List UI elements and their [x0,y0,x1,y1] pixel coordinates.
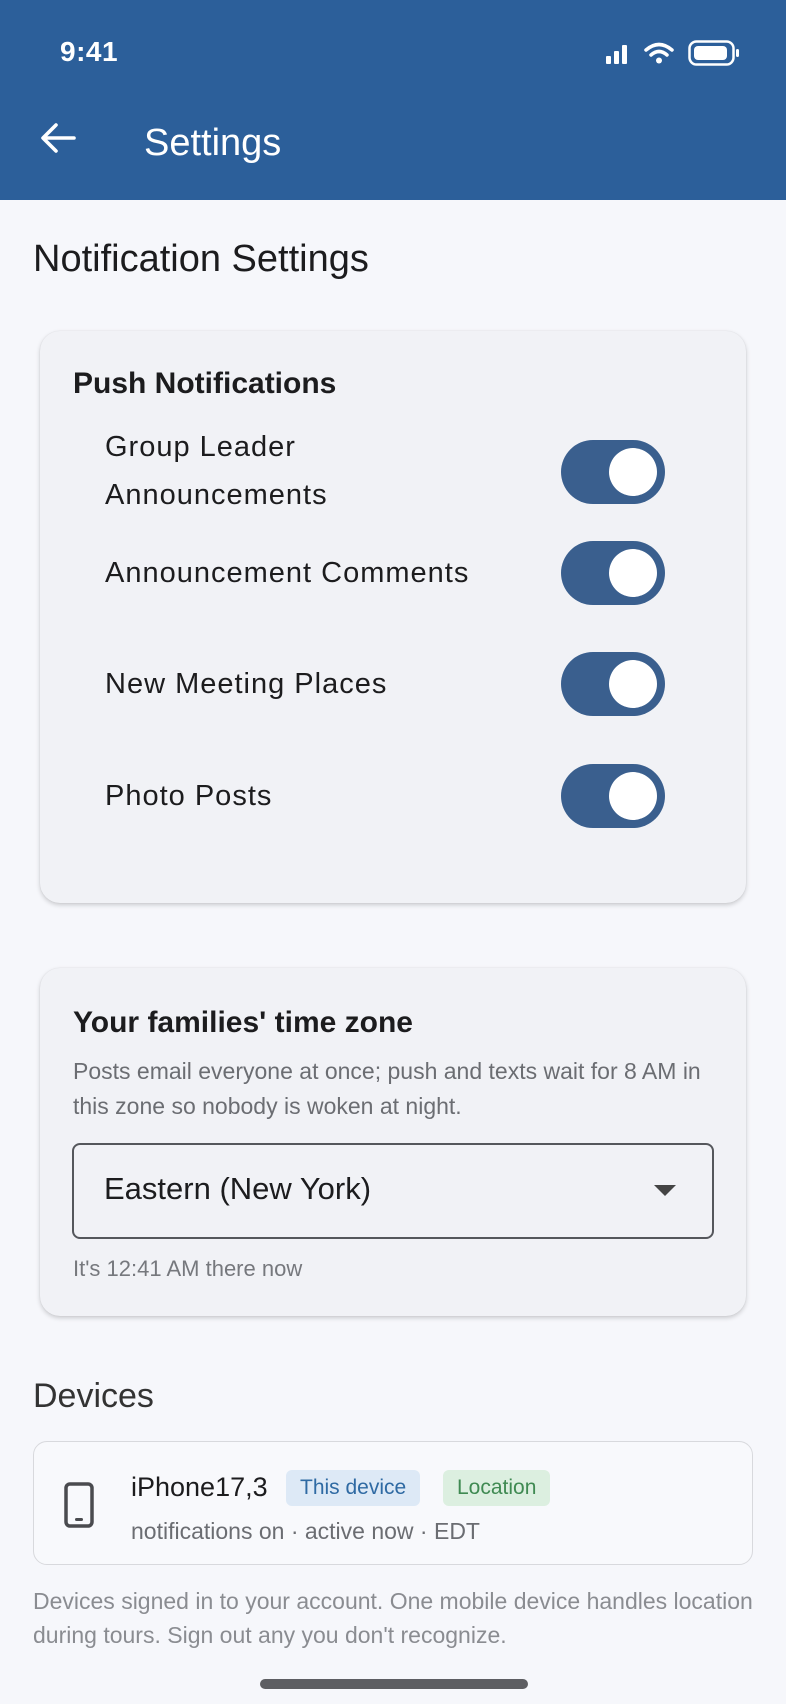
caret-down-icon [654,1185,676,1196]
location-badge: Location [443,1470,551,1506]
toggle-announcement-comments[interactable] [561,541,665,605]
toggle-knob [609,772,657,820]
toggle-row-new-meeting-places: New Meeting Places [105,652,665,716]
toggle-photo-posts[interactable] [561,764,665,828]
back-button[interactable] [36,118,80,162]
section-title-devices: Devices [33,1377,154,1415]
toggle-knob [609,448,657,496]
status-time: 9:41 [60,36,119,67]
timezone-now: It's 12:41 AM there now [73,1256,303,1281]
app-bar: 9:41 Settings [0,0,786,200]
device-name: iPhone17,3 [131,1472,268,1502]
toggle-knob [609,549,657,597]
device-meta: notifications on · active now · EDT [131,1518,480,1544]
arrow-left-icon [40,122,76,159]
toggle-label: Group Leader Announcements [105,431,328,511]
status-icons [606,40,740,71]
toggle-label: Photo Posts [105,780,273,812]
wifi-icon [644,42,674,69]
toggle-label: Announcement Comments [105,557,470,589]
toggle-row-photo-posts: Photo Posts [105,764,665,828]
push-notifications-card: Push Notifications Group Leader Announce… [40,331,746,903]
battery-icon [688,40,740,71]
smartphone-icon [64,1482,94,1533]
page-title: Settings [144,122,282,164]
section-title-notification-settings: Notification Settings [33,238,369,280]
home-indicator [260,1679,528,1689]
timezone-description: Posts email everyone at once; push and t… [73,1058,701,1119]
timezone-select-value: Eastern (New York) [104,1171,372,1206]
timezone-card: Your families' time zone Posts email eve… [40,968,746,1316]
toggle-knob [609,660,657,708]
signal-icon [606,42,630,69]
this-device-badge: This device [286,1470,421,1506]
toggle-label: New Meeting Places [105,668,388,700]
timezone-heading: Your families' time zone [73,1006,413,1039]
toggle-new-meeting-places[interactable] [561,652,665,716]
timezone-select[interactable]: Eastern (New York) [72,1143,714,1239]
devices-note: Devices signed in to your account. One m… [33,1588,753,1648]
toggle-row-announcement-comments: Announcement Comments [105,541,665,605]
push-notifications-heading: Push Notifications [73,367,337,400]
toggle-row-group-leader: Group Leader Announcements [105,423,665,519]
toggle-group-leader-announcements[interactable] [561,440,665,504]
device-item[interactable]: iPhone17,3 This device Location notifica… [33,1441,753,1565]
